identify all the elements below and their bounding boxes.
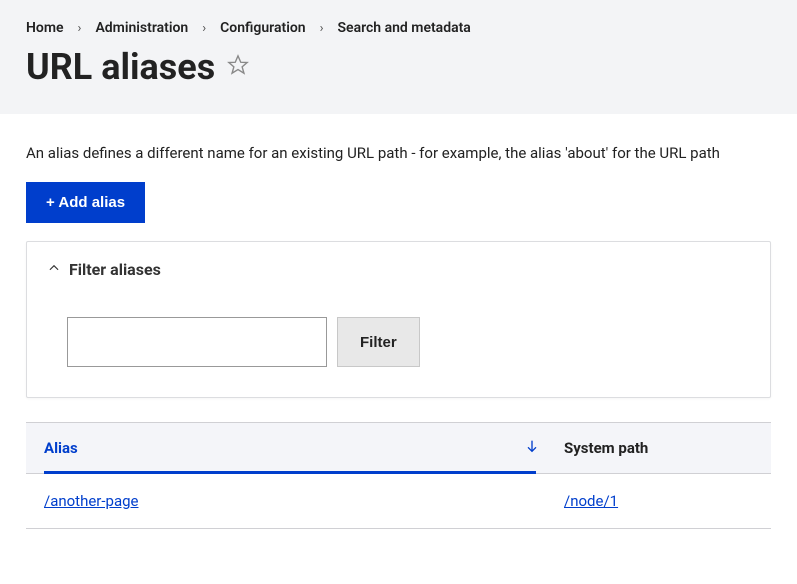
content-area: An alias defines a different name for an… (0, 114, 797, 529)
page-header-area: Home › Administration › Configuration › … (0, 0, 797, 114)
column-alias-label: Alias (44, 439, 78, 457)
page-title-row: URL aliases (26, 46, 771, 88)
cell-system-path: /node/1 (554, 492, 753, 510)
sort-descending-icon (524, 438, 540, 458)
breadcrumb-administration[interactable]: Administration (95, 20, 188, 36)
breadcrumb-home[interactable]: Home (26, 20, 64, 36)
filter-panel: Filter aliases Filter (26, 241, 771, 398)
breadcrumb-configuration[interactable]: Configuration (220, 20, 305, 36)
chevron-up-icon (47, 260, 61, 279)
system-path-link[interactable]: /node/1 (564, 492, 618, 510)
page-title: URL aliases (26, 46, 215, 88)
filter-controls: Filter (47, 317, 750, 367)
cell-alias: /another-page (44, 492, 554, 510)
breadcrumb: Home › Administration › Configuration › … (26, 20, 771, 36)
chevron-right-icon: › (78, 21, 82, 36)
filter-input[interactable] (67, 317, 327, 367)
table-row: /another-page /node/1 (26, 474, 771, 529)
column-system-label: System path (564, 439, 648, 457)
column-header-alias[interactable]: Alias (44, 438, 554, 458)
active-sort-indicator (44, 471, 536, 474)
breadcrumb-search-metadata[interactable]: Search and metadata (337, 20, 470, 36)
filter-button[interactable]: Filter (337, 317, 420, 367)
star-icon[interactable] (227, 54, 249, 80)
filter-toggle[interactable]: Filter aliases (47, 260, 750, 279)
chevron-right-icon: › (320, 21, 324, 36)
table-header: Alias System path (26, 422, 771, 474)
chevron-right-icon: › (202, 21, 206, 36)
filter-header-label: Filter aliases (69, 260, 161, 279)
alias-table: Alias System path /another-page /node/1 (26, 422, 771, 529)
column-header-system-path[interactable]: System path (554, 438, 753, 458)
alias-link[interactable]: /another-page (44, 492, 139, 510)
page-description: An alias defines a different name for an… (26, 144, 771, 162)
add-alias-button[interactable]: + Add alias (26, 182, 145, 223)
